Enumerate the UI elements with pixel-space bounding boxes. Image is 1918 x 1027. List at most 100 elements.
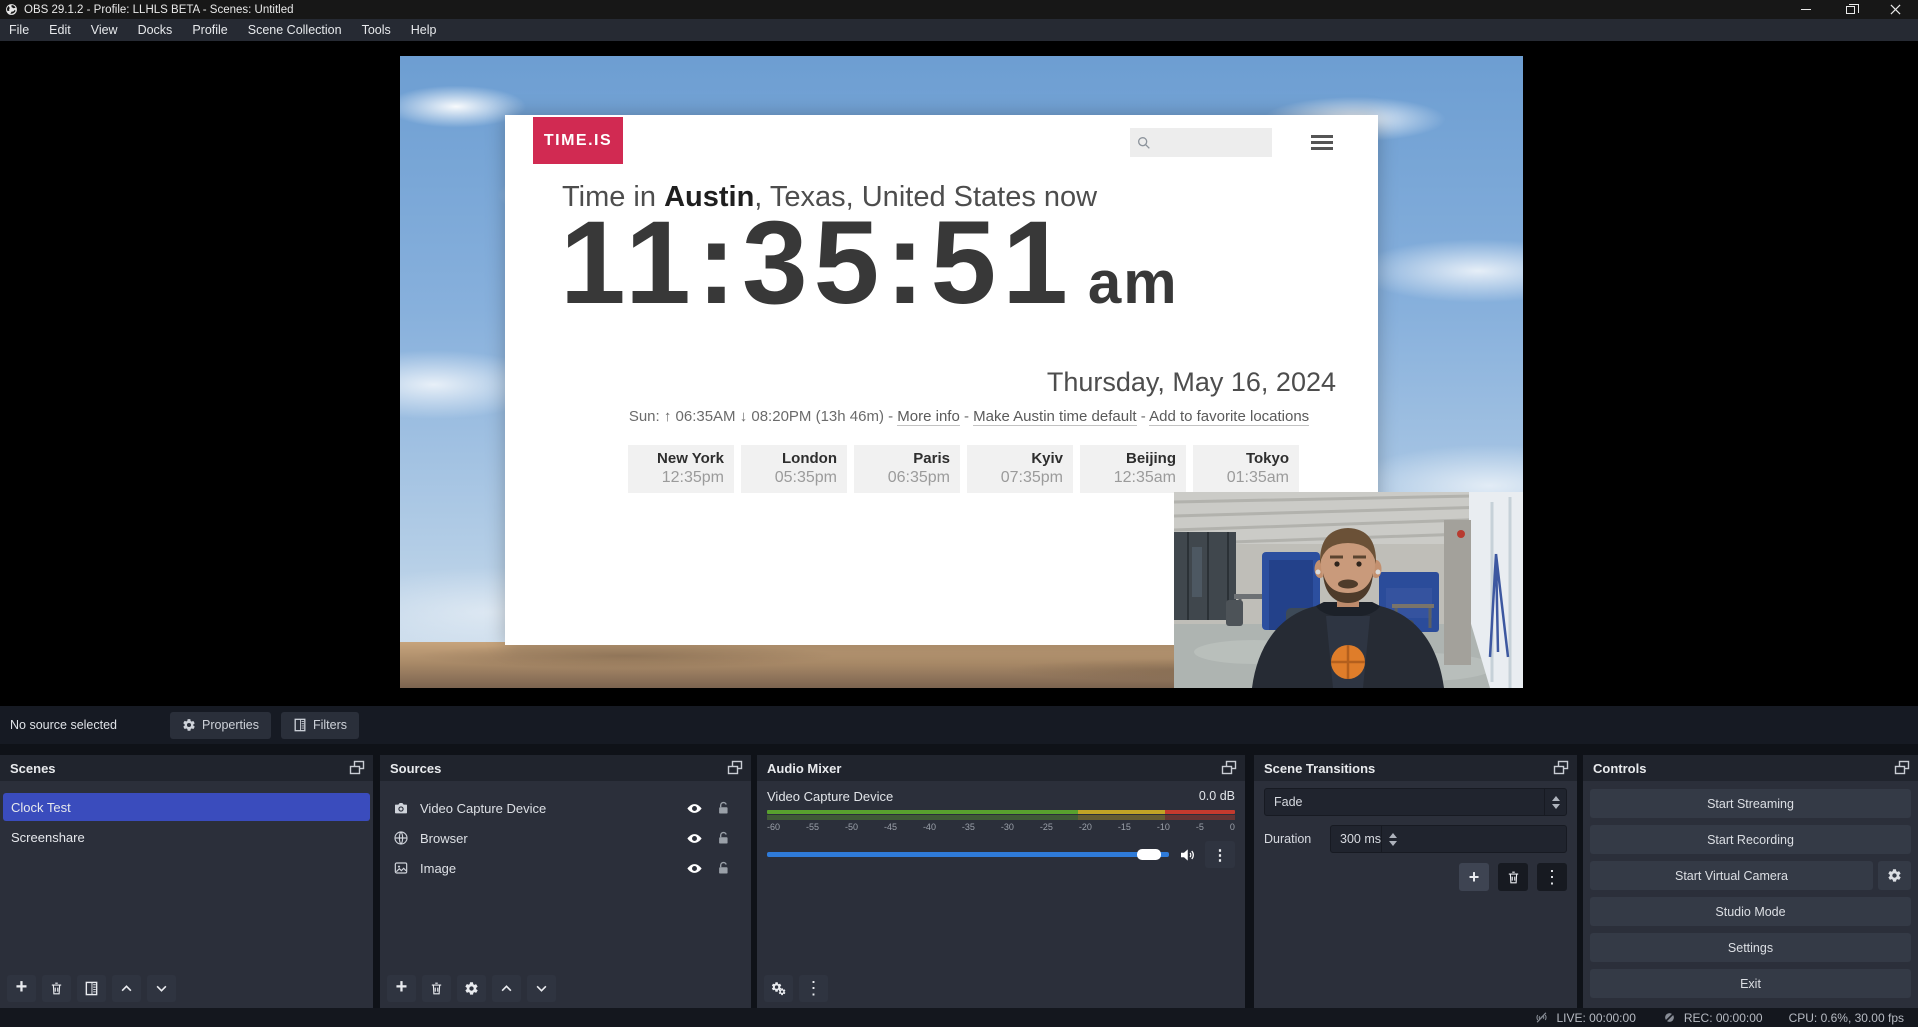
visibility-eye-icon[interactable] [686,800,703,817]
scene-item-screenshare[interactable]: Screenshare [3,823,370,851]
volume-slider-handle[interactable] [1137,849,1161,860]
source-item-browser[interactable]: Browser [380,823,751,853]
menu-docks[interactable]: Docks [128,19,183,41]
trash-icon [49,981,64,996]
menu-edit[interactable]: Edit [39,19,81,41]
transition-select[interactable]: Fade [1264,788,1567,816]
studio-mode-button[interactable]: Studio Mode [1590,897,1911,926]
visibility-eye-icon[interactable] [686,860,703,877]
window-title: OBS 29.1.2 - Profile: LLHLS BETA - Scene… [24,4,294,16]
virtual-camera-settings-button[interactable] [1878,861,1911,890]
menu-help[interactable]: Help [401,19,447,41]
source-down-button[interactable] [527,975,556,1002]
duration-label: Duration [1264,832,1322,846]
gear-icon [182,718,196,732]
popout-icon[interactable] [1553,760,1569,776]
clock-ampm: am [1088,248,1179,317]
scene-filters-button[interactable] [77,975,106,1002]
minimize-button[interactable] [1783,0,1828,19]
add-transition-button[interactable]: + [1459,863,1489,891]
source-item-video-capture[interactable]: Video Capture Device [380,793,751,823]
webcam-video [1174,492,1523,688]
world-cities-row: New York12:35pm London05:35pm Paris06:35… [628,445,1299,493]
transition-menu-button[interactable]: ⋮ [1537,863,1567,891]
advanced-audio-button[interactable] [764,975,793,1002]
menu-tools[interactable]: Tools [352,19,401,41]
docks-area: Scenes Clock Test Screenshare + Sources [0,744,1918,1008]
menubar: File Edit View Docks Profile Scene Colle… [0,19,1918,41]
remove-scene-button[interactable] [42,975,71,1002]
selected-source-status: No source selected [10,718,170,732]
obs-window: OBS 29.1.2 - Profile: LLHLS BETA - Scene… [0,0,1918,1027]
start-recording-button[interactable]: Start Recording [1590,825,1911,854]
popout-icon[interactable] [727,760,743,776]
popout-icon[interactable] [1894,760,1910,776]
chevron-up-icon [499,981,514,996]
popout-icon[interactable] [1221,760,1237,776]
scenes-toolbar: + [0,968,373,1008]
audio-channel: Video Capture Device 0.0 dB -60-55-50-45… [757,781,1245,968]
scene-down-button[interactable] [147,975,176,1002]
city-chip: New York12:35pm [628,445,734,493]
clock-time: 11:35:51 [560,193,1074,335]
speaker-icon[interactable] [1178,846,1196,864]
menu-file[interactable]: File [0,19,39,41]
lock-icon[interactable] [716,801,731,816]
audio-channel-name: Video Capture Device [767,789,1199,804]
source-toolbar: No source selected Properties Filters [0,706,1918,744]
lock-icon[interactable] [716,861,731,876]
menu-scene-collection[interactable]: Scene Collection [238,19,352,41]
source-properties-button[interactable] [457,975,486,1002]
camera-icon [393,800,409,816]
status-bar: LIVE: 00:00:00 REC: 00:00:00 CPU: 0.6%, … [0,1008,1918,1027]
duration-spinner[interactable]: 300 ms [1330,825,1567,853]
add-favorite-link: Add to favorite locations [1149,408,1309,426]
hamburger-menu-icon [1311,135,1333,150]
source-up-button[interactable] [492,975,521,1002]
remove-source-button[interactable] [422,975,451,1002]
start-streaming-button[interactable]: Start Streaming [1590,789,1911,818]
sources-panel-header: Sources [380,755,751,781]
menu-view[interactable]: View [81,19,128,41]
menu-profile[interactable]: Profile [182,19,237,41]
popout-icon[interactable] [349,760,365,776]
scenes-list: Clock Test Screenshare [0,781,373,968]
preview-stage: TIME.IS Time in Austin, Texas, United St… [0,41,1918,706]
volume-slider[interactable] [767,852,1169,857]
scene-item-clock-test[interactable]: Clock Test [3,793,370,821]
sources-list: Video Capture Device Browser Image [380,781,751,968]
transition-select-arrows[interactable] [1544,789,1566,815]
restore-button[interactable] [1828,0,1873,19]
obs-logo-icon [5,3,18,16]
remove-transition-button[interactable] [1498,863,1528,891]
filters-button[interactable]: Filters [281,712,359,739]
close-button[interactable] [1873,0,1918,19]
exit-button[interactable]: Exit [1590,969,1911,998]
lock-icon[interactable] [716,831,731,846]
timeis-clock: 11:35:51 am [560,193,1350,335]
scene-transitions-body: Fade Duration 300 ms + ⋮ [1254,781,1577,968]
scene-canvas[interactable]: TIME.IS Time in Austin, Texas, United St… [400,56,1523,688]
duration-spinner-arrows[interactable] [1381,826,1403,852]
search-icon [1136,135,1152,151]
rec-time: REC: 00:00:00 [1684,1011,1763,1025]
properties-button[interactable]: Properties [170,712,271,739]
audio-mixer-panel: Audio Mixer Video Capture Device 0.0 dB … [757,755,1245,1008]
start-virtual-camera-button[interactable]: Start Virtual Camera [1590,861,1873,890]
visibility-eye-icon[interactable] [686,830,703,847]
city-chip: London05:35pm [741,445,847,493]
scene-transitions-panel: Scene Transitions Fade Duration 300 ms + [1254,755,1577,1008]
timeis-sun-info: Sun: ↑ 06:35AM ↓ 08:20PM (13h 46m) - Mor… [505,408,1378,425]
audio-channel-menu-button[interactable]: ⋮ [1205,841,1235,868]
chevron-up-icon [1389,833,1397,838]
add-scene-button[interactable]: + [7,975,36,1002]
titlebar[interactable]: OBS 29.1.2 - Profile: LLHLS BETA - Scene… [0,0,1918,19]
minimize-icon [1801,9,1811,11]
scenes-panel: Scenes Clock Test Screenshare + [0,755,373,1008]
audio-mixer-menu-button[interactable]: ⋮ [799,975,828,1002]
add-source-button[interactable]: + [387,975,416,1002]
settings-button[interactable]: Settings [1590,933,1911,962]
volume-meter [767,810,1235,814]
source-item-image[interactable]: Image [380,853,751,883]
scene-up-button[interactable] [112,975,141,1002]
